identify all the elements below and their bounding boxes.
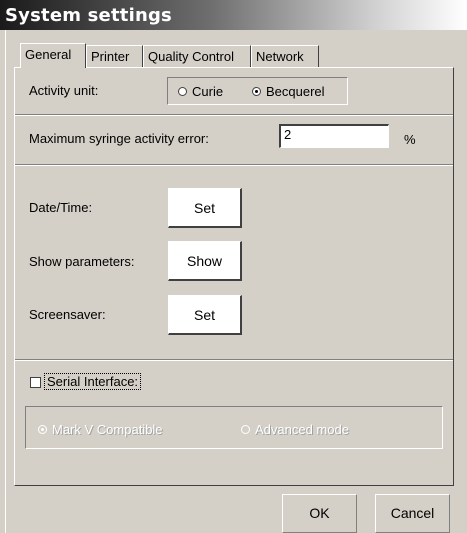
screensaver-set-button[interactable]: Set — [168, 295, 242, 335]
radio-checked-icon — [38, 425, 47, 434]
serial-interface-label-wrap: Serial Interface: — [44, 373, 142, 390]
ok-button[interactable]: OK — [282, 494, 357, 533]
becquerel-radio-label: Becquerel — [266, 84, 325, 99]
system-settings-dialog: System settings General Printer Quality … — [0, 0, 467, 533]
becquerel-radio[interactable]: Becquerel — [252, 84, 325, 99]
screensaver-label: Screensaver: — [29, 307, 106, 322]
window-title: System settings — [5, 5, 172, 26]
serial-interface-checkbox[interactable] — [30, 377, 41, 388]
radio-unchecked-icon — [241, 425, 250, 434]
show-parameters-label: Show parameters: — [29, 254, 135, 269]
separator — [15, 359, 453, 361]
mark-v-compatible-label: Mark V Compatible — [52, 422, 163, 437]
separator — [15, 114, 453, 116]
mark-v-compatible-radio[interactable]: Mark V Compatible — [38, 422, 163, 437]
date-time-label: Date/Time: — [29, 200, 93, 215]
date-time-set-button[interactable]: Set — [168, 188, 242, 228]
advanced-mode-radio[interactable]: Advanced mode — [241, 422, 349, 437]
show-parameters-button[interactable]: Show — [168, 241, 242, 281]
advanced-mode-label: Advanced mode — [255, 422, 349, 437]
serial-interface-label: Serial Interface: — [44, 373, 142, 390]
activity-unit-radio-group: Curie Becquerel — [167, 77, 348, 105]
cancel-button[interactable]: Cancel — [375, 494, 450, 533]
radio-checked-icon — [252, 87, 261, 96]
curie-radio-label: Curie — [192, 84, 224, 99]
tab-quality-control[interactable]: Quality Control — [143, 45, 251, 67]
tab-network[interactable]: Network — [251, 45, 319, 67]
syringe-error-input[interactable]: 2 — [279, 124, 389, 148]
activity-unit-label: Activity unit: — [29, 83, 99, 98]
serial-mode-group: Mark V Compatible Advanced mode — [25, 406, 443, 449]
title-bar[interactable]: System settings — [0, 0, 467, 30]
percent-unit-label: % — [404, 132, 416, 147]
tab-general[interactable]: General — [20, 43, 86, 68]
separator — [15, 164, 453, 166]
tab-printer[interactable]: Printer — [86, 45, 143, 67]
syringe-error-label: Maximum syringe activity error: — [29, 131, 209, 146]
curie-radio[interactable]: Curie — [178, 84, 223, 99]
radio-unchecked-icon — [178, 87, 187, 96]
